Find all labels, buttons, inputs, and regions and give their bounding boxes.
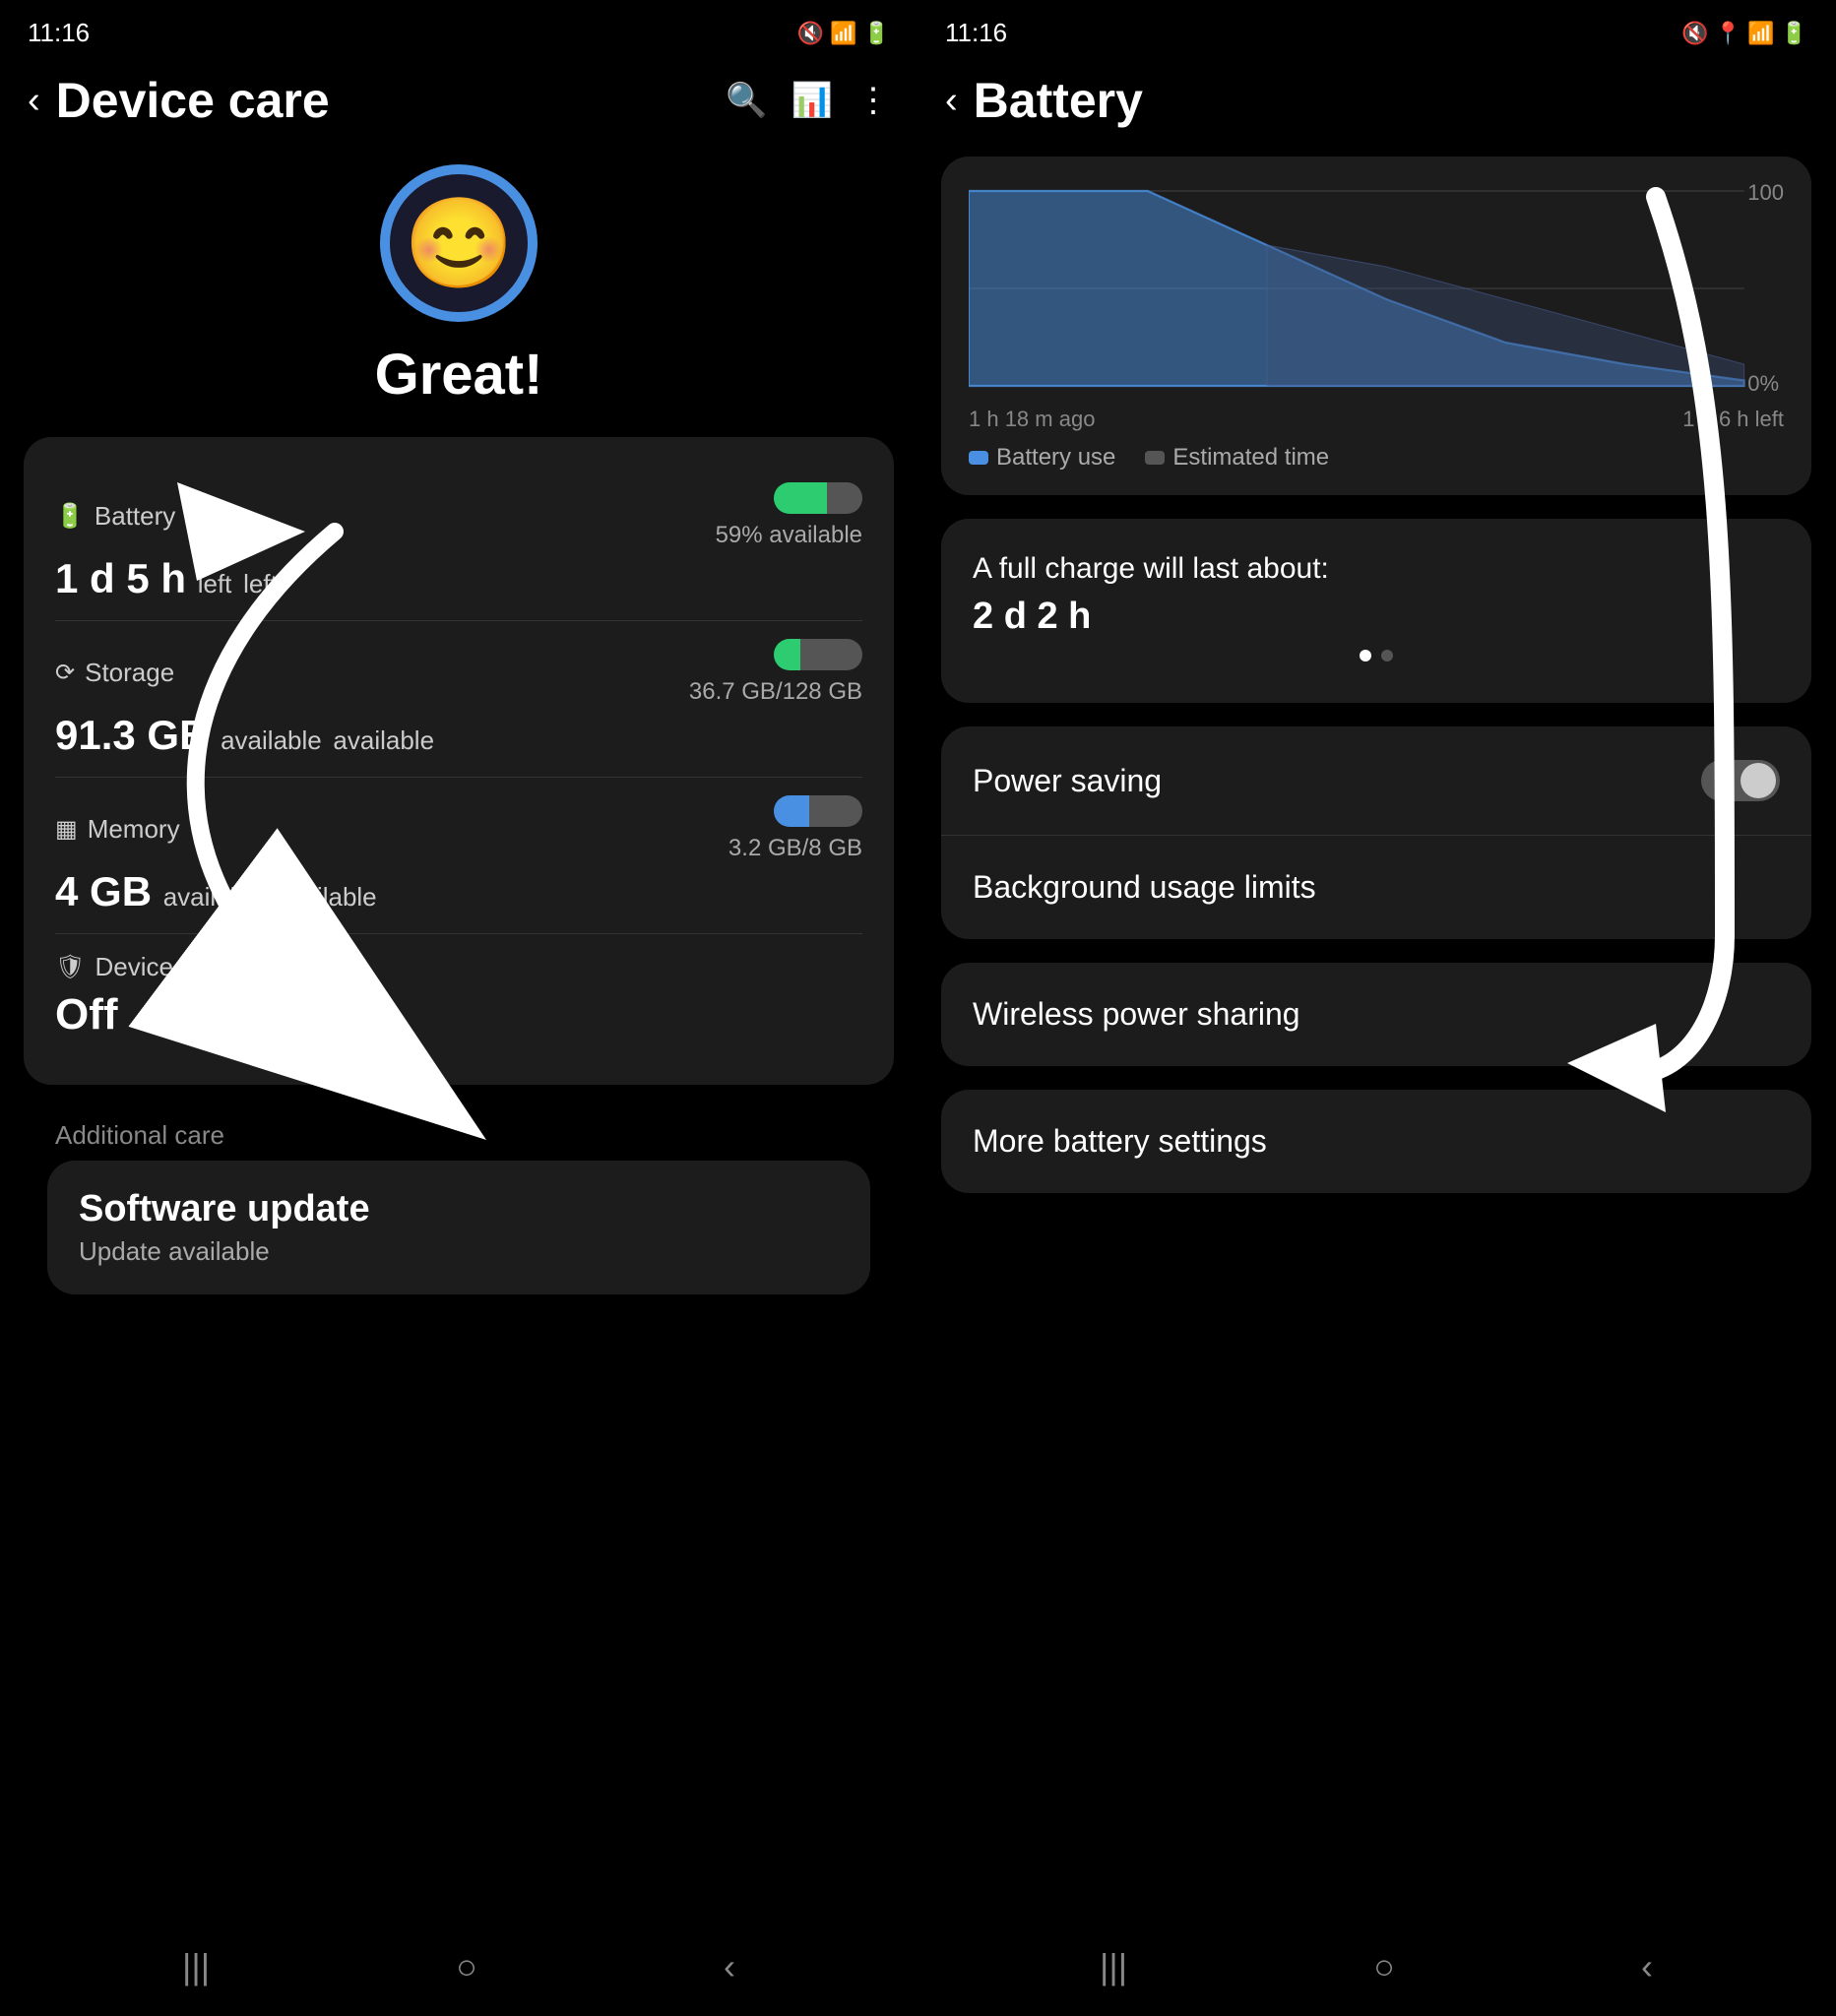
battery-chart: 100 0% [969,180,1784,397]
more-icon[interactable]: ⋮ [856,81,890,120]
power-saving-item[interactable]: Power saving [941,726,1811,836]
additional-care-label: Additional care [24,1104,894,1161]
memory-label: Memory [88,814,180,845]
protection-icon: 🛡 [55,953,85,981]
memory-toggle [774,795,862,827]
storage-stats: 36.7 GB/128 GB [689,678,862,706]
memory-item[interactable]: ▦ Memory 3.2 GB/8 GB 4 GB available avai… [55,778,862,934]
back-nav-button-left[interactable]: ‹ [724,1946,735,1987]
background-usage-label: Background usage limits [973,869,1316,906]
legend-dot-estimated [1145,451,1165,465]
home-button-left[interactable]: ○ [456,1946,477,1987]
protection-value: Off [55,990,862,1040]
device-protection-item[interactable]: 🛡 Device protection Off [55,934,862,1057]
page-title-left: Device care [56,72,711,129]
status-icons-right: 🔇 📍 📶 🔋 [1681,21,1807,46]
smiley-face-icon: 😊 [404,192,514,295]
top-bar-actions: 🔍 📊 ⋮ [726,81,890,120]
wireless-power-sharing-label: Wireless power sharing [973,996,1300,1032]
chart-y-labels: 100 0% [1747,180,1784,397]
storage-toggle [774,639,862,670]
full-charge-label: A full charge will last about: [973,548,1780,590]
chart-x-left: 1 h 18 m ago [969,407,1095,432]
wireless-power-sharing-card[interactable]: Wireless power sharing [941,963,1811,1066]
back-nav-button-right[interactable]: ‹ [1641,1946,1653,1987]
power-saving-label: Power saving [973,763,1162,799]
bottom-nav-right: ||| ○ ‹ [918,1918,1835,2016]
battery-item[interactable]: 🔋 Battery 59% available 1 d 5 h left lef… [55,465,862,621]
chart-icon[interactable]: 📊 [791,81,833,120]
legend-estimated: Estimated time [1145,444,1329,472]
status-icon-circle: 😊 [380,164,538,322]
power-settings-card: Power saving Background usage limits [941,726,1811,939]
status-bar-left: 11:16 🔇 📶 🔋 [0,0,918,56]
back-button-right[interactable]: ‹ [945,80,958,122]
hero-status-text: Great! [375,342,543,408]
home-button-right[interactable]: ○ [1373,1946,1395,1987]
software-update-card[interactable]: Software update Update available [47,1161,870,1294]
top-bar-left: ‹ Device care 🔍 📊 ⋮ [0,56,918,145]
time-left: 11:16 [28,18,90,48]
top-bar-right: ‹ Battery [918,56,1835,145]
full-charge-value: 2 d 2 h [973,596,1780,638]
recents-button-left[interactable]: ||| [182,1946,210,1987]
status-bar-right: 11:16 🔇 📍 📶 🔋 [918,0,1835,56]
full-charge-card: A full charge will last about: 2 d 2 h [941,519,1811,703]
battery-value: 1 d 5 h [55,555,186,601]
page-title-right: Battery [974,72,1807,129]
status-icons-left: 🔇 📶 🔋 [797,21,890,46]
dot-1 [1360,650,1371,662]
storage-item[interactable]: ⟳ Storage 36.7 GB/128 GB 91.3 GB availab… [55,621,862,778]
storage-label: Storage [85,658,174,688]
power-saving-toggle[interactable] [1701,760,1780,801]
legend-battery-use: Battery use [969,444,1115,472]
memory-stats: 3.2 GB/8 GB [728,835,862,862]
battery-available: 59% available [716,522,862,549]
software-update-title: Software update [79,1188,839,1230]
hero-section: 😊 Great! [0,145,918,437]
battery-label: Battery [95,501,175,532]
more-battery-settings-card[interactable]: More battery settings [941,1090,1811,1193]
page-dots [973,638,1780,673]
chart-y-max: 100 [1747,180,1784,206]
battery-icon: 🔋 [55,502,85,531]
legend-dot-battery [969,451,988,465]
battery-toggle [774,482,862,514]
cards-container: 🔋 Battery 59% available 1 d 5 h left lef… [0,437,918,1294]
time-right: 11:16 [945,18,1007,48]
battery-chart-card: 100 0% 1 h 18 m ago 1 d 6 h left Battery… [941,157,1811,495]
background-usage-item[interactable]: Background usage limits [941,836,1811,939]
chart-legend: Battery use Estimated time [969,444,1784,472]
search-icon[interactable]: 🔍 [726,81,767,120]
software-update-subtitle: Update available [79,1236,839,1267]
bottom-nav-left: ||| ○ ‹ [0,1918,918,2016]
back-button-left[interactable]: ‹ [28,80,40,122]
battery-suffix: left [198,569,232,598]
dot-2 [1381,650,1393,662]
chart-y-min: 0% [1747,371,1784,397]
chart-x-labels: 1 h 18 m ago 1 d 6 h left [969,407,1784,432]
storage-icon: ⟳ [55,659,75,687]
protection-label: Device protection [95,952,292,982]
more-battery-settings-label: More battery settings [973,1123,1267,1159]
main-care-card: 🔋 Battery 59% available 1 d 5 h left lef… [24,437,894,1085]
recents-button-right[interactable]: ||| [1100,1946,1127,1987]
chart-x-right: 1 d 6 h left [1682,407,1784,432]
memory-icon: ▦ [55,815,78,844]
